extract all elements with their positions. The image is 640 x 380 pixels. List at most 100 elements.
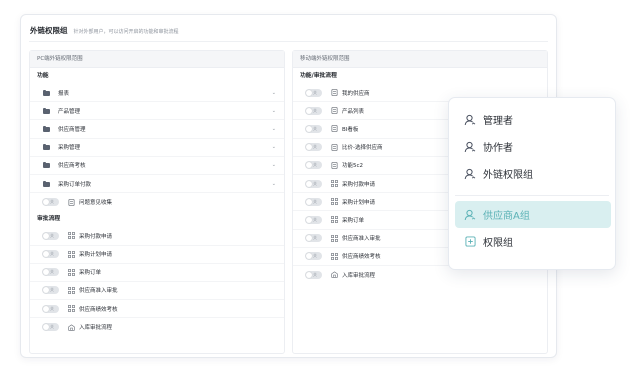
function-label: 问题意见收集 <box>79 200 113 207</box>
approval-label: 采购订单 <box>79 270 102 277</box>
approval-row: 关 入库审批流程 <box>30 318 284 336</box>
toggle-state-text: 关 <box>313 216 317 222</box>
approval-toggle[interactable]: 关 <box>42 268 59 277</box>
function-row-product[interactable]: 产品管理 ⌄ <box>30 102 284 121</box>
toggle-state-text: 关 <box>313 144 317 150</box>
mobile-toggle[interactable]: 关 <box>305 252 322 261</box>
function-label: 产品管理 <box>58 108 81 115</box>
flow-icon <box>331 216 338 224</box>
mobile-toggle[interactable]: 关 <box>305 234 322 243</box>
toggle-state-text: 关 <box>50 251 54 257</box>
menu-item-label: 供应商A组 <box>483 211 530 222</box>
user-icon <box>464 114 476 126</box>
menu-item-label: 权限组 <box>483 238 513 249</box>
mobile-toggle[interactable]: 关 <box>305 179 322 188</box>
menu-item-manager[interactable]: 管理者 <box>455 106 611 133</box>
approval-row: 关 供应商准入审批 <box>30 282 284 301</box>
mobile-toggle[interactable]: 关 <box>305 88 322 97</box>
mobile-toggle[interactable]: 关 <box>305 197 322 206</box>
menu-item-external-group[interactable]: 外链权限组 <box>455 160 611 187</box>
approval-row: 关 采购订单 <box>30 264 284 282</box>
flow-icon <box>331 252 338 260</box>
pc-scope-header: PC端外链权限范围 <box>30 51 284 68</box>
toggle-state-text: 关 <box>313 125 317 131</box>
function-label: 供应商管理 <box>58 126 86 133</box>
menu-divider <box>455 195 609 196</box>
mobile-toggle[interactable]: 关 <box>305 106 322 115</box>
folder-icon <box>43 107 51 114</box>
user-icon <box>464 141 476 153</box>
approval-toggle[interactable]: 关 <box>42 304 59 313</box>
menu-item-label: 管理者 <box>483 116 513 127</box>
chevron-down-icon[interactable]: ⌄ <box>272 144 276 150</box>
feedback-toggle[interactable]: 关 <box>42 198 59 207</box>
mobile-toggle[interactable]: 关 <box>305 143 322 152</box>
menu-item-supplier-group-a[interactable]: 供应商A组 <box>455 201 611 228</box>
function-row-purchase[interactable]: 采购管理 ⌄ <box>30 139 284 157</box>
approval-section-label: 审批流程 <box>37 216 61 223</box>
function-row-supplier-eval[interactable]: 供应商考核 ⌄ <box>30 157 284 175</box>
approval-label: 供应商绩效考核 <box>79 306 118 313</box>
document-icon <box>68 198 75 206</box>
mobile-section-label: 功能/审批流程 <box>300 73 337 79</box>
function-row-report[interactable]: 报表 ⌄ <box>30 84 284 103</box>
chevron-down-icon[interactable]: ⌄ <box>272 162 276 168</box>
folder-icon <box>43 180 51 187</box>
approval-row: 关 采购付款申请 <box>30 227 284 246</box>
toggle-state-text: 关 <box>313 198 317 204</box>
folder-icon <box>43 89 51 96</box>
chevron-down-icon[interactable]: ⌄ <box>272 126 276 132</box>
functions-section-label: 功能 <box>37 73 49 79</box>
toggle-state-text: 关 <box>50 199 54 205</box>
toggle-state-text: 关 <box>50 269 54 275</box>
menu-item-label: 外链权限组 <box>483 170 533 181</box>
approval-toggle[interactable]: 关 <box>42 323 59 332</box>
toggle-state-text: 关 <box>313 235 317 241</box>
function-row-feedback: 关 问题意见收集 <box>30 193 284 211</box>
flow-icon <box>68 287 75 294</box>
card-description: 针对外部用户，可以访问开启的功能和审批流程 <box>73 29 179 35</box>
function-label: 采购订单付款 <box>58 181 92 188</box>
chevron-down-icon[interactable]: ⌄ <box>272 181 276 187</box>
menu-item-collaborator[interactable]: 协作者 <box>455 133 611 160</box>
function-row-supplier[interactable]: 供应商管理 ⌄ <box>30 120 284 139</box>
function-label: 供应商考核 <box>58 163 86 170</box>
document-icon <box>331 89 338 97</box>
mobile-label: 入库审批流程 <box>342 272 376 279</box>
function-row-order-payment[interactable]: 采购订单付款 ⌄ <box>30 175 284 194</box>
mobile-toggle[interactable]: 关 <box>305 270 322 279</box>
mobile-toggle[interactable]: 关 <box>305 215 322 224</box>
approval-toggle[interactable]: 关 <box>42 286 59 295</box>
user-icon <box>464 168 476 180</box>
approval-label: 入库审批流程 <box>79 325 113 332</box>
flow-icon <box>331 234 338 242</box>
flow-icon <box>331 198 338 206</box>
toggle-state-text: 关 <box>50 287 54 293</box>
toggle-state-text: 关 <box>313 180 317 186</box>
approval-row: 关 供应商绩效考核 <box>30 300 284 319</box>
approval-toggle[interactable]: 关 <box>42 250 59 259</box>
mobile-toggle[interactable]: 关 <box>305 124 322 133</box>
toggle-state-text: 关 <box>313 253 317 259</box>
menu-item-add-permission-group[interactable]: 权限组 <box>455 228 611 255</box>
function-label: 报表 <box>58 90 70 97</box>
mobile-label: 我的供应商 <box>342 90 370 97</box>
user-icon <box>464 209 476 221</box>
toggle-state-text: 关 <box>50 232 54 238</box>
folder-icon <box>43 144 51 151</box>
approval-toggle[interactable]: 关 <box>42 231 59 240</box>
menu-item-label: 协作者 <box>483 143 513 154</box>
folder-icon <box>43 125 51 132</box>
approval-label: 采购计划申请 <box>79 252 113 259</box>
pc-scope-panel: PC端外链权限范围 功能 报表 ⌄ 产品管理 ⌄ 供应商管理 ⌄ 采购管理 ⌄ … <box>29 50 285 354</box>
chevron-down-icon[interactable]: ⌄ <box>272 108 276 114</box>
chevron-down-icon[interactable]: ⌄ <box>272 90 276 96</box>
toggle-state-text: 关 <box>313 162 317 168</box>
flow-icon <box>68 268 75 276</box>
toggle-state-text: 关 <box>313 107 317 113</box>
document-icon <box>331 125 338 133</box>
document-icon <box>331 161 338 169</box>
function-label: 采购管理 <box>58 145 81 152</box>
flow-icon <box>68 305 75 313</box>
mobile-toggle[interactable]: 关 <box>305 161 322 170</box>
